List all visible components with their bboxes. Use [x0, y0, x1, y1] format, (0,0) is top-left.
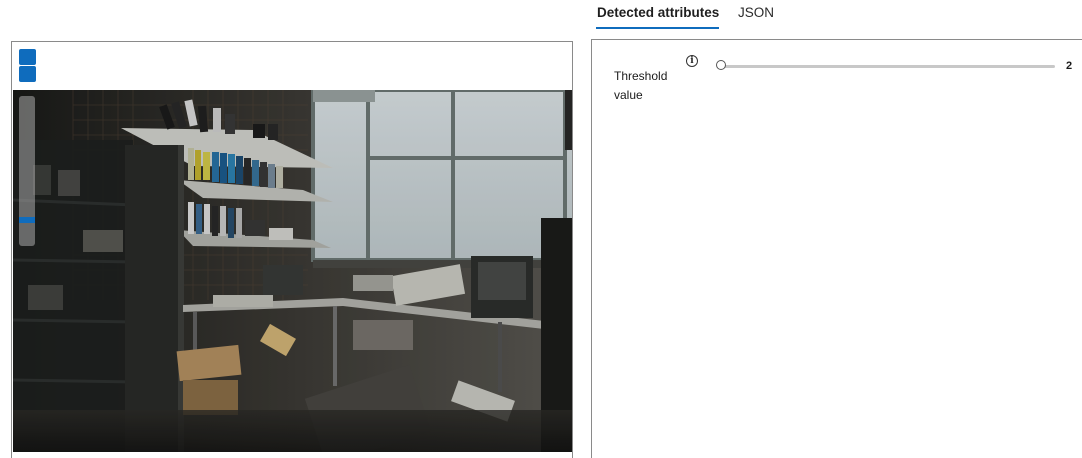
info-icon[interactable]: i — [686, 55, 698, 67]
zoom-out-button[interactable] — [19, 66, 36, 82]
threshold-slider[interactable] — [716, 60, 1055, 70]
image-viewer — [11, 41, 573, 458]
threshold-label: Threshold value — [614, 69, 668, 102]
zoom-slider-thumb[interactable] — [19, 216, 35, 223]
threshold-slider-thumb[interactable] — [716, 60, 726, 70]
detected-attributes-panel: Threshold value i 2 — [591, 39, 1082, 458]
app-root: Detected attributes JSON Threshold value… — [0, 0, 1082, 458]
active-tab-indicator — [596, 27, 719, 29]
threshold-value: 2 — [1066, 60, 1073, 72]
zoom-in-button[interactable] — [19, 49, 36, 65]
zoom-slider[interactable] — [19, 96, 35, 246]
tab-json[interactable]: JSON — [738, 5, 774, 27]
cluttered-office-photo — [13, 90, 572, 452]
analyzed-photo — [13, 90, 572, 452]
tab-detected-attributes[interactable]: Detected attributes — [597, 5, 719, 27]
